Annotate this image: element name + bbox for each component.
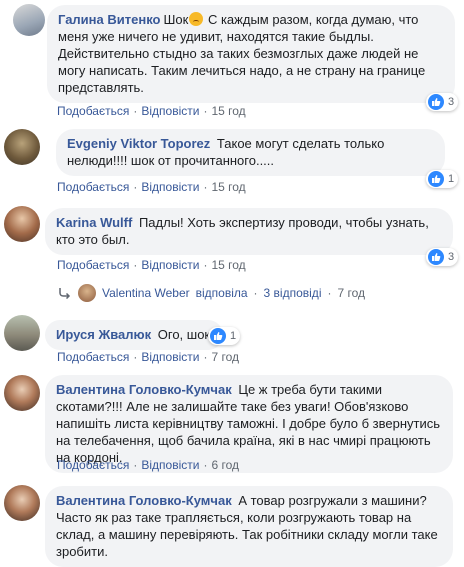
comment-author[interactable]: Ируся Жвалюк [56, 327, 151, 342]
comment-actions: Подобається · Відповісти · 15 год [57, 258, 246, 272]
reaction-count[interactable]: 1 [426, 170, 459, 188]
reply-avatar [78, 284, 96, 302]
reaction-count[interactable]: 3 [426, 248, 459, 266]
comment-author[interactable]: Валентина Головко-Кумчак [56, 493, 232, 508]
reply-count[interactable]: 3 відповіді [264, 286, 322, 300]
reaction-count[interactable]: 3 [426, 93, 459, 111]
reply-link[interactable]: Відповісти [141, 180, 199, 194]
reply-author[interactable]: Valentina Weber [102, 286, 190, 300]
comment-actions: Подобається · Відповісти · 6 год [57, 458, 239, 472]
avatar[interactable] [4, 485, 40, 521]
comment-text-start: Шок [163, 12, 189, 27]
like-link[interactable]: Подобається [57, 258, 129, 272]
comment-time[interactable]: 15 год [211, 180, 245, 194]
reaction-count[interactable]: 1 [208, 327, 241, 345]
reply-arrow-icon [59, 288, 71, 299]
comment-time[interactable]: 6 год [211, 458, 239, 472]
comment-actions: Подобається · Відповісти · 15 год [57, 180, 246, 194]
reaction-number: 1 [230, 330, 237, 342]
thumbs-up-icon [428, 171, 444, 187]
reply-verb: відповіла [195, 286, 248, 300]
thumbs-up-icon [428, 249, 444, 265]
comment-author[interactable]: Evgeniy Viktor Toporez [67, 136, 210, 151]
like-link[interactable]: Подобається [57, 458, 129, 472]
like-link[interactable]: Подобається [57, 350, 129, 364]
avatar[interactable] [4, 206, 40, 242]
like-link[interactable]: Подобається [57, 104, 129, 118]
avatar[interactable] [4, 375, 40, 411]
reaction-number: 3 [448, 96, 455, 108]
reply-link[interactable]: Відповісти [141, 258, 199, 272]
thumbs-up-icon [428, 94, 444, 110]
view-replies-link[interactable]: Valentina Weber відповіла · 3 відповіді … [58, 284, 365, 302]
avatar[interactable] [4, 129, 40, 165]
avatar[interactable] [13, 4, 45, 36]
comment-author[interactable]: Karina Wulff [56, 215, 132, 230]
thumbs-up-icon [210, 328, 226, 344]
comment-actions: Подобається · Відповісти · 7 год [57, 350, 239, 364]
reply-link[interactable]: Відповісти [141, 104, 199, 118]
sad-emoji-icon [189, 12, 204, 26]
reply-time: 7 год [337, 286, 366, 300]
comment-actions: Подобається · Відповісти · 15 год [57, 104, 246, 118]
reaction-number: 3 [448, 251, 455, 263]
like-link[interactable]: Подобається [57, 180, 129, 194]
comment-author[interactable]: Галина Витенко [58, 12, 160, 27]
comment-bubble: Evgeniy Viktor Toporez Такое могут сдела… [56, 129, 445, 176]
comment-time[interactable]: 15 год [211, 258, 245, 272]
comment-time[interactable]: 15 год [211, 104, 245, 118]
comment-bubble: Karina Wulff Падлы! Хоть экспертизу пров… [45, 208, 453, 255]
comment-time[interactable]: 7 год [211, 350, 239, 364]
comment-text: Ого, шок [157, 327, 211, 342]
reaction-number: 1 [448, 173, 455, 185]
reply-link[interactable]: Відповісти [141, 350, 199, 364]
comment-author[interactable]: Валентина Головко-Кумчак [56, 382, 232, 397]
comment-bubble: Галина Витенко Шок С каждым разом, когда … [47, 5, 455, 103]
comment-bubble: Ируся Жвалюк Ого, шок [45, 320, 223, 350]
avatar[interactable] [4, 315, 40, 351]
comment-bubble: Валентина Головко-Кумчак А товар розгруж… [45, 486, 453, 567]
reply-link[interactable]: Відповісти [141, 458, 199, 472]
